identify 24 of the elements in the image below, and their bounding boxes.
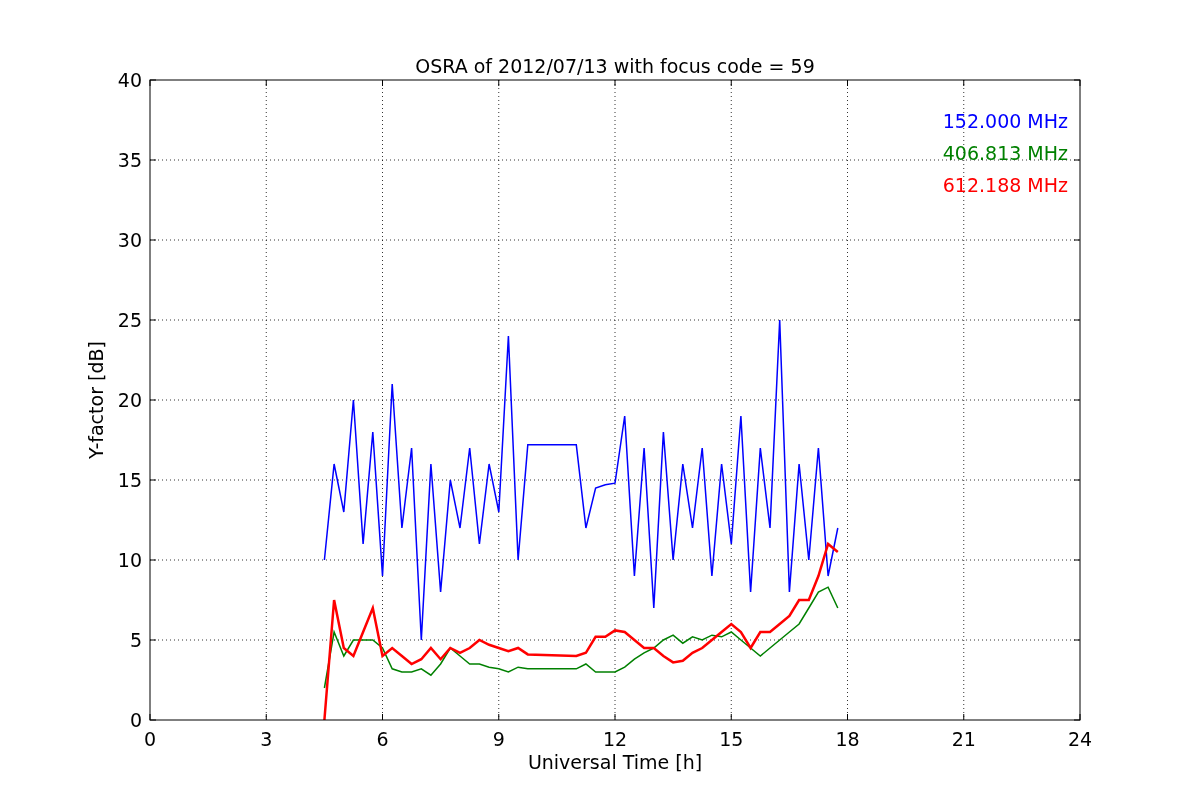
x-axis-label: Universal Time [h] [527, 751, 703, 773]
x-tick-label: 24 [1067, 728, 1093, 750]
y-tick-label: 40 [117, 69, 142, 91]
legend-label: 612.188 MHz [942, 174, 1068, 196]
legend-label: 406.813 MHz [942, 142, 1068, 164]
y-tick-label: 5 [129, 629, 142, 651]
x-tick-label: 12 [602, 728, 628, 750]
y-tick-label: 25 [117, 309, 142, 331]
y-tick-label: 0 [129, 709, 142, 731]
y-axis-label: Y-factor [dB] [85, 341, 107, 459]
y-tick-label: 15 [117, 469, 142, 491]
y-tick-label: 30 [117, 229, 142, 251]
x-tick-label: 6 [376, 728, 389, 750]
x-tick-label: 0 [143, 728, 157, 750]
y-tick-label: 20 [117, 389, 142, 411]
y-tick-label: 10 [117, 549, 142, 571]
y-tick-label: 35 [117, 149, 142, 171]
x-tick-label: 18 [835, 728, 860, 750]
legend-label: 152.000 MHz [942, 110, 1068, 132]
x-tick-label: 3 [260, 728, 273, 750]
x-tick-label: 9 [492, 728, 505, 750]
chart-title: OSRA of 2012/07/13 with focus code = 59 [415, 55, 815, 77]
x-tick-label: 21 [951, 728, 976, 750]
x-tick-label: 15 [719, 728, 744, 750]
